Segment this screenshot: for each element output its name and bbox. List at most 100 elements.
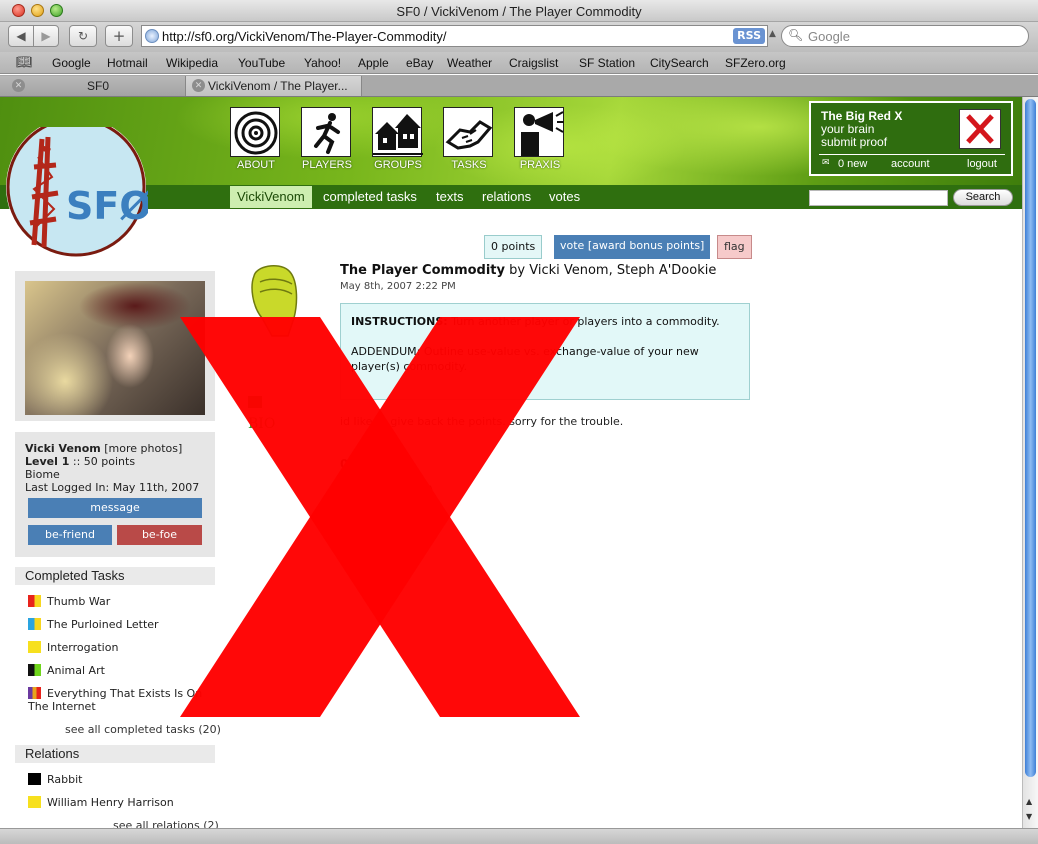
close-tab-icon[interactable]: ✕ bbox=[192, 79, 205, 92]
new-messages-link[interactable]: 0 new bbox=[838, 158, 867, 170]
url-history-arrow-icon[interactable]: ▲ bbox=[769, 29, 776, 39]
profile-info-box: Vicki Venom [more photos] Level 1 :: 50 … bbox=[15, 432, 215, 557]
nav-players[interactable]: PLAYERS bbox=[301, 107, 353, 171]
bookmark-google[interactable]: Google bbox=[52, 56, 91, 70]
task-color-icon bbox=[28, 618, 41, 630]
tab-label: VickiVenom / The Player... bbox=[208, 79, 348, 93]
nav-players-label: PLAYERS bbox=[302, 159, 352, 171]
vertical-scrollbar[interactable]: ▲ ▼ bbox=[1022, 97, 1038, 828]
nav-tab-votes[interactable]: votes bbox=[549, 189, 580, 204]
proof-text: id like to give back the points. sorry f… bbox=[340, 415, 624, 428]
window-title: SF0 / VickiVenom / The Player Commodity bbox=[396, 4, 642, 19]
more-photos-link[interactable]: [more photos] bbox=[104, 442, 182, 455]
instructions-label: INSTRUCTIONS: bbox=[351, 315, 448, 328]
task-authors[interactable]: by Vicki Venom, Steph A'Dookie bbox=[509, 263, 716, 278]
nav-praxis-label: PRAXIS bbox=[519, 159, 561, 171]
tab-bar: ✕ SF0 ✕ VickiVenom / The Player... bbox=[0, 75, 1038, 97]
comments-heading: 0 comment(s) bbox=[340, 484, 434, 498]
nav-tab-completed-tasks[interactable]: completed tasks bbox=[323, 189, 417, 204]
nav-tasks[interactable]: TASKS bbox=[443, 107, 495, 171]
bookmark-ebay[interactable]: eBay bbox=[406, 56, 433, 70]
task-color-icon bbox=[28, 687, 41, 699]
group-tag: BIO bbox=[248, 416, 275, 432]
votes-heading: 0 vote(s) bbox=[340, 457, 401, 471]
horizontal-scrollbar[interactable] bbox=[0, 828, 1038, 844]
scroll-down-arrow-icon[interactable]: ▼ bbox=[1026, 812, 1032, 821]
see-all-completed-tasks-link[interactable]: see all completed tasks (20) bbox=[65, 723, 221, 736]
nav-praxis[interactable]: PRAXIS bbox=[514, 107, 566, 171]
bookmark-yahoo[interactable]: Yahoo! bbox=[304, 56, 341, 70]
site-search-input[interactable] bbox=[809, 190, 948, 206]
site-search-button[interactable]: Search bbox=[953, 189, 1013, 206]
bookmark-youtube[interactable]: YouTube bbox=[238, 56, 285, 70]
bookmark-sf-station[interactable]: SF Station bbox=[579, 56, 635, 70]
befoe-button[interactable]: be-foe bbox=[117, 525, 202, 545]
biome-fist-icon[interactable]: BIO bbox=[248, 262, 308, 432]
sf0-logo[interactable]: SFØ bbox=[4, 127, 148, 257]
reload-button[interactable]: ↻ bbox=[69, 25, 97, 47]
your-brain-link[interactable]: your brain bbox=[821, 122, 874, 136]
nav-tab-relations[interactable]: relations bbox=[482, 189, 531, 204]
completed-tasks-heading: Completed Tasks bbox=[15, 567, 215, 585]
web-page: SFØ ABOUT PLAYERS GROUPS TASKS PRAXIS Th… bbox=[0, 97, 1022, 828]
instructions-text: Turn another player or players into a co… bbox=[451, 315, 720, 328]
red-x-icon[interactable] bbox=[959, 109, 1001, 149]
browser-search-field[interactable]: 🔍︎ Google bbox=[781, 25, 1029, 47]
target-icon bbox=[234, 111, 278, 155]
forward-button[interactable]: ▶ bbox=[33, 25, 59, 47]
logout-link[interactable]: logout bbox=[967, 158, 997, 170]
vote-button[interactable]: vote [award bonus points] bbox=[554, 235, 711, 259]
scroll-up-arrow-icon[interactable]: ▲ bbox=[1026, 797, 1032, 806]
profile-name[interactable]: Vicki Venom bbox=[25, 442, 101, 455]
flag-button[interactable]: flag bbox=[717, 235, 752, 259]
list-item[interactable]: The Purloined Letter bbox=[28, 618, 218, 631]
tab-player-commodity[interactable]: ✕ VickiVenom / The Player... bbox=[186, 76, 362, 96]
globe-icon bbox=[145, 29, 159, 43]
relations-heading: Relations bbox=[15, 745, 215, 763]
scroll-thumb[interactable] bbox=[1025, 99, 1036, 777]
bookmark-sfzero[interactable]: SFZero.org bbox=[725, 56, 786, 70]
see-all-relations-link[interactable]: see all relations (2) bbox=[113, 819, 219, 828]
bookmark-hotmail[interactable]: Hotmail bbox=[107, 56, 148, 70]
nav-tab-profile[interactable]: VickiVenom bbox=[230, 186, 312, 208]
window-titlebar: SF0 / VickiVenom / The Player Commodity bbox=[0, 0, 1038, 22]
profile-photo[interactable] bbox=[25, 281, 205, 415]
big-red-x-title[interactable]: The Big Red X bbox=[821, 109, 902, 123]
bookmark-wikipedia[interactable]: Wikipedia bbox=[166, 56, 218, 70]
back-button[interactable]: ◀ bbox=[8, 25, 34, 47]
nav-about-label: ABOUT bbox=[237, 159, 275, 171]
tab-label: SF0 bbox=[87, 79, 110, 93]
rss-button[interactable]: RSS bbox=[733, 28, 765, 44]
tab-sf0[interactable]: ✕ SF0 bbox=[0, 76, 186, 96]
divider bbox=[819, 154, 1005, 155]
befriend-button[interactable]: be-friend bbox=[28, 525, 112, 545]
list-item[interactable]: William Henry Harrison bbox=[28, 796, 218, 809]
message-button[interactable]: message bbox=[28, 498, 202, 518]
bookmark-citysearch[interactable]: CitySearch bbox=[650, 56, 709, 70]
list-item[interactable]: Thumb War bbox=[28, 595, 218, 608]
list-item[interactable]: Rabbit bbox=[28, 773, 218, 786]
profile-group[interactable]: Biome bbox=[25, 468, 60, 481]
nav-groups-label: GROUPS bbox=[374, 159, 422, 171]
list-item[interactable]: Everything That Exists Is On The Interne… bbox=[28, 687, 208, 713]
list-item[interactable]: Interrogation bbox=[28, 641, 218, 654]
task-color-icon bbox=[28, 664, 41, 676]
bookmark-weather[interactable]: Weather bbox=[447, 56, 492, 70]
instructions-box: INSTRUCTIONS: Turn another player or pla… bbox=[340, 303, 750, 400]
add-comment-button[interactable]: add comment bbox=[340, 508, 423, 528]
bookmark-apple[interactable]: Apple bbox=[358, 56, 389, 70]
account-link[interactable]: account bbox=[891, 158, 930, 170]
bookmarks-bar: 📖︎ Google Hotmail Wikipedia YouTube Yaho… bbox=[0, 52, 1038, 74]
close-tab-icon[interactable]: ✕ bbox=[12, 79, 25, 92]
submit-proof-link[interactable]: submit proof bbox=[821, 135, 887, 149]
nav-groups[interactable]: GROUPS bbox=[372, 107, 424, 171]
add-bookmark-button[interactable]: + bbox=[105, 25, 133, 47]
task-name-link[interactable]: The Player Commodity bbox=[340, 263, 505, 278]
list-item[interactable]: Animal Art bbox=[28, 664, 218, 677]
bookmarks-book-icon[interactable]: 📖︎ bbox=[16, 55, 33, 70]
bookmark-craigslist[interactable]: Craigslist bbox=[509, 56, 558, 70]
nav-about[interactable]: ABOUT bbox=[230, 107, 282, 171]
nav-tab-texts[interactable]: texts bbox=[436, 189, 463, 204]
envelope-icon: ✉ bbox=[822, 157, 830, 167]
address-bar[interactable]: http://sf0.org/VickiVenom/The-Player-Com… bbox=[141, 25, 768, 47]
